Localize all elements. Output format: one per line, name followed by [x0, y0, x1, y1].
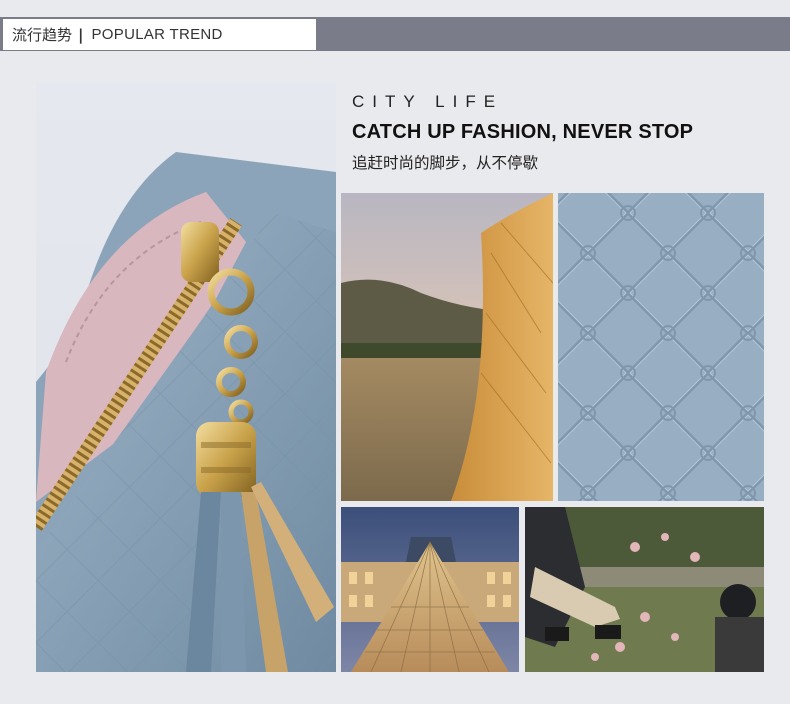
louvre-pyramid-photo	[341, 507, 519, 672]
section-title-cn: 流行趋势	[12, 26, 73, 44]
louvre-pyramid-illustration	[341, 507, 519, 672]
kicker-text: CITY LIFE	[352, 92, 504, 111]
subhead-cn-text: 追赶时尚的脚步，从不停歇	[352, 154, 539, 172]
section-title-en: POPULAR TREND	[91, 26, 223, 43]
wallet-closeup-photo	[36, 82, 336, 672]
section-title-separator: |	[78, 25, 84, 44]
leather-texture-illustration	[558, 193, 764, 501]
leather-texture-photo	[558, 193, 764, 501]
section-title: 流行趋势 | POPULAR TREND	[3, 19, 316, 50]
garden-people-illustration	[525, 507, 764, 672]
garden-people-photo	[525, 507, 764, 672]
headline-text: CATCH UP FASHION, NEVER STOP	[352, 121, 694, 143]
wallet-closeup-illustration	[36, 152, 336, 672]
field-landscape-photo	[341, 193, 553, 501]
field-landscape-illustration	[341, 193, 553, 501]
